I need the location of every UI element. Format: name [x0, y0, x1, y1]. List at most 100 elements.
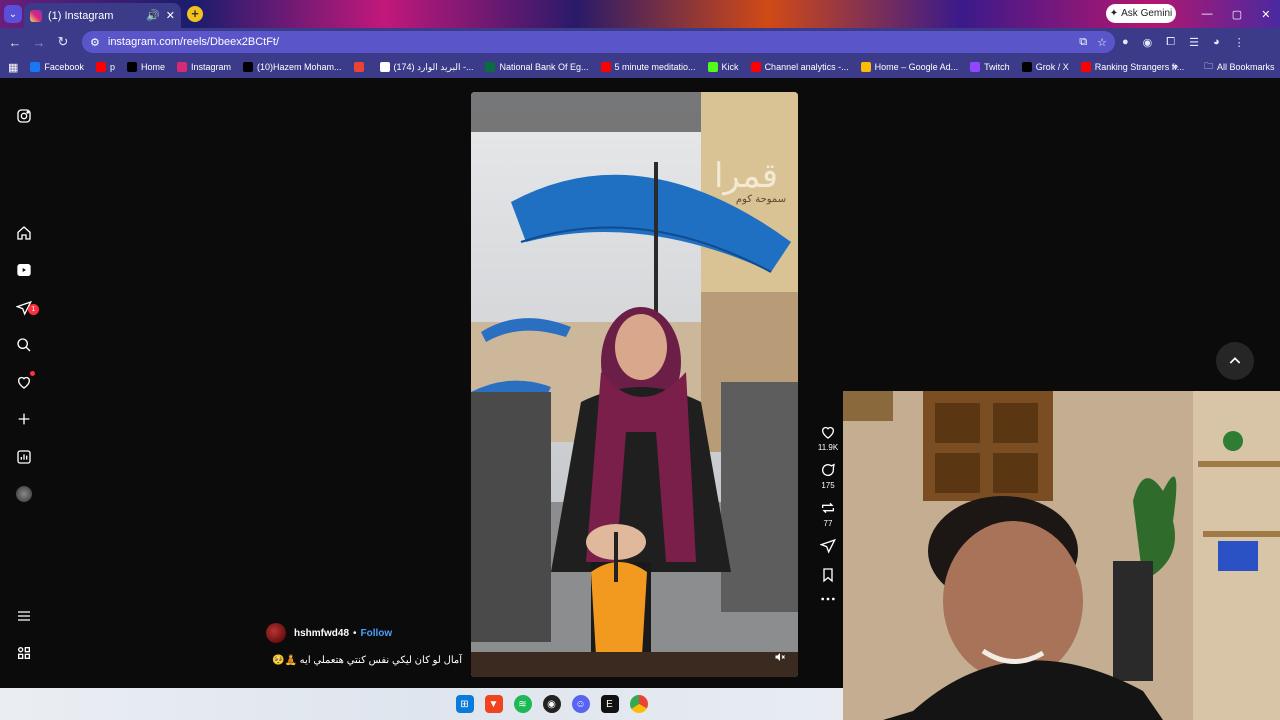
- ask-gemini-button[interactable]: ✦ Ask Gemini: [1106, 4, 1176, 23]
- new-tab-button[interactable]: +: [187, 6, 203, 22]
- more-menu-icon[interactable]: [12, 604, 36, 628]
- previous-reel-button[interactable]: [1216, 342, 1254, 380]
- like-action[interactable]: 11.9K: [812, 424, 844, 452]
- menu-kebab-icon[interactable]: ⋮: [1234, 36, 1245, 49]
- bookmark-item[interactable]: (10)Hazem Moham...: [243, 62, 342, 73]
- reload-icon[interactable]: ↻: [52, 28, 74, 56]
- bookmark-favicon-icon: [750, 62, 761, 72]
- tab-search-button[interactable]: ⌄: [4, 5, 22, 23]
- notifications-heart-icon[interactable]: [12, 370, 36, 394]
- bookmark-label: Facebook: [44, 62, 84, 72]
- bookmark-item[interactable]: [353, 62, 368, 73]
- bookmark-item[interactable]: Grok / X: [1021, 62, 1069, 73]
- bookmark-item[interactable]: Twitch: [970, 62, 1010, 73]
- apps-grid-icon[interactable]: ▦: [8, 61, 18, 74]
- reel-caption: آمال لو كان ليكي نفس كنتي هتعملي ايه 🧘🥺: [272, 655, 463, 666]
- webcam-overlay: [843, 391, 1280, 720]
- maximize-icon[interactable]: ▢: [1232, 8, 1242, 21]
- like-count: 11.9K: [817, 443, 839, 452]
- bookmark-favicon-icon: [707, 62, 718, 72]
- media-control-icon[interactable]: ☰: [1189, 36, 1199, 49]
- obs-icon[interactable]: ◉: [542, 695, 561, 713]
- forward-icon[interactable]: →: [28, 28, 50, 56]
- bookmark-item[interactable]: p: [95, 62, 115, 73]
- home-icon[interactable]: [12, 221, 36, 245]
- search-icon[interactable]: [12, 333, 36, 357]
- windows-start-icon[interactable]: ⊞: [455, 695, 474, 713]
- back-icon[interactable]: ←: [4, 28, 26, 56]
- bookmark-favicon-icon: [1021, 62, 1032, 72]
- bookmark-item[interactable]: Channel analytics -...: [750, 62, 849, 73]
- bookmark-favicon-icon: [379, 62, 390, 72]
- save-action[interactable]: [812, 567, 844, 586]
- bookmark-item[interactable]: Home – Google Ad...: [860, 62, 959, 73]
- bookmark-item[interactable]: Facebook: [30, 62, 84, 73]
- bookmark-star-icon[interactable]: ☆: [1097, 36, 1107, 49]
- reel-video[interactable]: قمرا سموحة كوم: [471, 92, 798, 677]
- address-bar-actions: ⧉ ☆: [1079, 31, 1107, 53]
- tab-close-icon[interactable]: ✕: [166, 9, 175, 22]
- repost-icon[interactable]: [820, 500, 836, 516]
- url-text[interactable]: instagram.com/reels/Dbeex2BCtFt/: [108, 36, 279, 48]
- bookmark-item[interactable]: National Bank Of Eg...: [485, 62, 589, 73]
- brave-browser-icon[interactable]: ▼: [484, 695, 503, 713]
- all-bookmarks-button[interactable]: 🗀 All Bookmarks: [1204, 56, 1275, 78]
- spotify-icon[interactable]: ≋: [513, 695, 532, 713]
- instagram-logo-icon[interactable]: [12, 104, 36, 128]
- bookmark-label: Home – Google Ad...: [874, 62, 959, 72]
- install-app-icon[interactable]: ⧉: [1079, 36, 1087, 49]
- messages-icon[interactable]: 1: [12, 296, 39, 320]
- create-plus-icon[interactable]: [12, 407, 36, 431]
- bookmark-item[interactable]: 5 minute meditatio...: [600, 62, 696, 73]
- bookmark-label: Home: [140, 62, 165, 72]
- more-options-action[interactable]: [812, 596, 844, 605]
- bookmark-icon[interactable]: [820, 567, 836, 583]
- profile-avatar-icon[interactable]: ◕: [1213, 36, 1220, 48]
- reels-icon[interactable]: [12, 258, 36, 282]
- author-avatar[interactable]: [266, 623, 286, 643]
- profile-avatar[interactable]: [12, 482, 36, 506]
- more-bookmarks-icon[interactable]: »: [1172, 56, 1178, 78]
- bookmark-item[interactable]: Ranking Strangers fr...: [1080, 62, 1184, 73]
- share-icon[interactable]: [820, 538, 836, 554]
- minimize-icon[interactable]: —: [1202, 8, 1213, 20]
- also-from-meta-icon[interactable]: [12, 641, 36, 665]
- bookmark-favicon-icon: [485, 62, 496, 72]
- bookmark-item[interactable]: Home: [126, 62, 165, 73]
- comment-action[interactable]: 175: [812, 462, 844, 490]
- site-info-icon[interactable]: ⚙: [90, 36, 100, 49]
- bookmark-item[interactable]: Kick: [707, 62, 739, 73]
- all-bookmarks-label: All Bookmarks: [1217, 62, 1275, 72]
- mute-toggle-icon[interactable]: [774, 650, 788, 664]
- bookmarks-bar: ▦ Facebook p Home Instagram (10)Hazem Moham.…: [0, 56, 1280, 78]
- bookmark-label: Grok / X: [1035, 62, 1069, 72]
- chrome-icon[interactable]: [629, 695, 648, 713]
- author-username[interactable]: hshmfwd48: [294, 628, 349, 639]
- comment-icon[interactable]: [820, 462, 836, 478]
- window-controls: — ▢ ✕: [1192, 4, 1280, 24]
- heart-icon[interactable]: [820, 424, 836, 440]
- bookmark-favicon-icon: [353, 62, 364, 72]
- more-dots-icon[interactable]: [820, 596, 836, 602]
- close-window-icon[interactable]: ✕: [1261, 8, 1270, 21]
- os-taskbar: ⊞ ▼ ≋ ◉ ☺ E: [0, 688, 843, 720]
- follow-button[interactable]: Follow: [361, 628, 393, 639]
- extensions-icon[interactable]: ⧠: [1166, 36, 1175, 49]
- share-action[interactable]: [812, 538, 844, 557]
- bookmark-item[interactable]: Instagram: [176, 62, 231, 73]
- discord-icon[interactable]: ☺: [571, 695, 590, 713]
- webcam-feed: [843, 391, 1280, 720]
- bookmark-item[interactable]: (174) البريد الوارد -...: [379, 62, 473, 73]
- vpn-icon[interactable]: ◉: [1143, 36, 1153, 49]
- bookmark-favicon-icon: [126, 62, 137, 72]
- epic-games-icon[interactable]: E: [600, 695, 619, 713]
- speaker-icon[interactable]: 🔊: [146, 9, 160, 22]
- new-activity-dot: [30, 371, 35, 376]
- tab-title: (1) Instagram: [48, 9, 114, 22]
- dashboard-icon[interactable]: [12, 445, 36, 469]
- mic-icon[interactable]: ●: [1122, 36, 1129, 48]
- address-bar[interactable]: ⚙ instagram.com/reels/Dbeex2BCtFt/ ⧉ ☆: [82, 31, 1115, 53]
- repost-action[interactable]: 77: [812, 500, 844, 528]
- tab-instagram[interactable]: (1) Instagram 🔊 ✕: [24, 3, 181, 28]
- bookmark-favicon-icon: [970, 62, 981, 72]
